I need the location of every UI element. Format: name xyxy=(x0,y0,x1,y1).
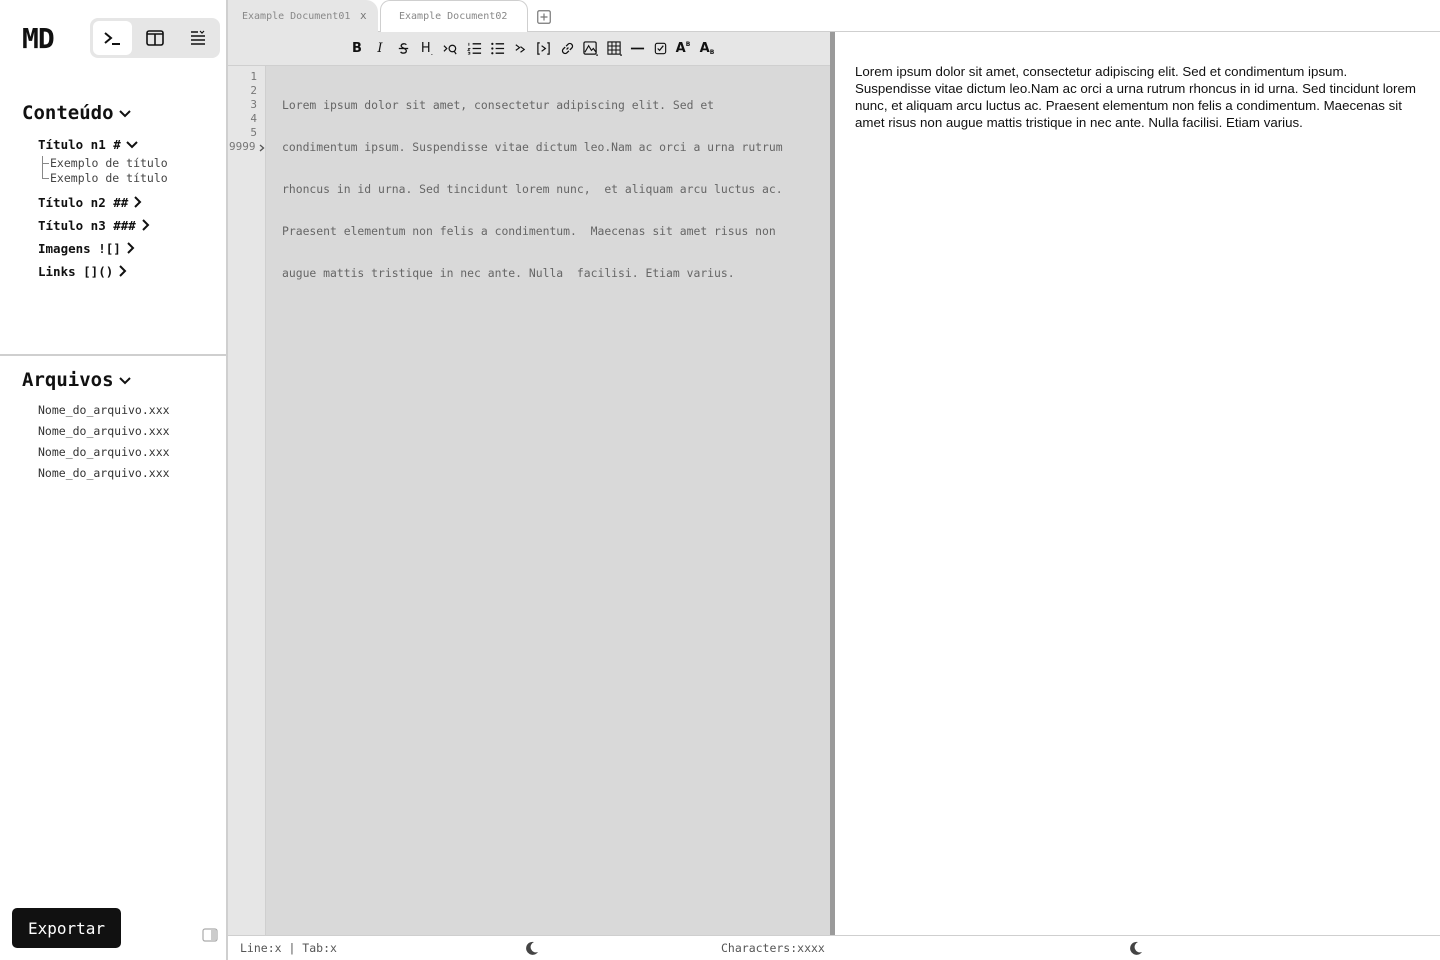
strikethrough-button[interactable] xyxy=(394,39,412,57)
quote-button[interactable] xyxy=(441,39,459,57)
editor-theme-toggle[interactable] xyxy=(524,940,540,956)
editor-view-button[interactable] xyxy=(93,21,132,55)
line-number: 4 xyxy=(250,112,257,125)
files-section-title: Arquivos xyxy=(22,369,114,391)
columns-icon xyxy=(146,30,164,46)
heading-button[interactable]: H. xyxy=(418,39,436,57)
chevron-right-icon xyxy=(130,195,144,209)
code-block-button[interactable] xyxy=(534,39,552,57)
bold-button[interactable]: B xyxy=(348,39,366,57)
content-section-toggle[interactable]: Conteúdo xyxy=(22,102,132,124)
strikethrough-icon xyxy=(398,42,408,54)
table-icon xyxy=(606,40,622,56)
line-tab-status: Line:x | Tab:x xyxy=(240,941,337,955)
characters-status: Characters:xxxx xyxy=(721,941,825,955)
files-section-toggle[interactable]: Arquivos xyxy=(22,369,132,391)
horizontal-rule-icon xyxy=(630,47,644,49)
superscript-mark-icon: B xyxy=(685,40,691,48)
sidebar-divider xyxy=(0,354,226,356)
moon-icon xyxy=(526,941,538,955)
code-line: Lorem ipsum dolor sit amet, consectetur … xyxy=(282,98,715,112)
line-number: 5 xyxy=(250,126,257,139)
moon-icon xyxy=(1130,941,1142,955)
chevron-down-icon xyxy=(125,137,139,151)
preview-view-button[interactable] xyxy=(178,21,217,55)
file-item[interactable]: Nome_do_arquivo.xxx xyxy=(38,424,170,445)
toc-item-titulo-n1[interactable]: Título n1 # xyxy=(38,136,218,152)
file-item[interactable]: Nome_do_arquivo.xxx xyxy=(38,466,170,487)
close-icon[interactable]: x xyxy=(360,9,367,22)
image-icon xyxy=(582,40,598,56)
tab-label: Example Document02 xyxy=(399,11,508,22)
file-item[interactable]: Nome_do_arquivo.xxx xyxy=(38,445,170,466)
content-section-title: Conteúdo xyxy=(22,102,114,124)
subscript-mark-icon: B xyxy=(709,48,715,56)
line-number: 9999 xyxy=(229,140,256,153)
line-number-gutter: 1 2 3 4 5 9999 xyxy=(228,66,266,935)
chevron-right-icon xyxy=(115,264,129,278)
toc-item-links[interactable]: Links []() xyxy=(38,263,218,279)
sidebar: MD Conteúdo Título n1 # Exemplo de títul… xyxy=(0,0,228,960)
link-button[interactable] xyxy=(558,39,576,57)
subscript-button[interactable]: AB xyxy=(698,39,716,57)
nested-quote-icon xyxy=(514,43,525,53)
code-block-icon xyxy=(536,41,550,55)
dropdown-dot-icon: . xyxy=(430,47,434,57)
chevron-right-icon[interactable] xyxy=(259,144,265,152)
nested-quote-button[interactable] xyxy=(511,39,529,57)
preview-theme-toggle[interactable] xyxy=(1128,940,1144,956)
checkbox-icon xyxy=(654,42,666,54)
image-button[interactable] xyxy=(581,39,599,57)
toc-sublist: Exemplo de título Exemplo de título xyxy=(42,156,218,186)
formatting-toolbar: B I H. A B A B xyxy=(228,32,832,66)
chevron-down-icon xyxy=(118,373,132,387)
status-bar: Line:x | Tab:x Characters:xxxx xyxy=(228,935,1440,960)
export-button[interactable]: Exportar xyxy=(12,908,121,948)
split-view-button[interactable] xyxy=(136,21,175,55)
code-line: augue mattis tristique in nec ante. Null… xyxy=(282,266,735,280)
link-icon xyxy=(561,42,573,54)
preview-text: Lorem ipsum dolor sit amet, consectetur … xyxy=(855,64,1416,130)
tab-bar: Example Document01 x Example Document02 xyxy=(228,0,1440,32)
toc-subitem[interactable]: Exemplo de título xyxy=(42,156,218,171)
line-number: 1 xyxy=(250,70,257,83)
code-line: rhoncus in id urna. Sed tincidunt lorem … xyxy=(282,182,783,196)
toc-subitem[interactable]: Exemplo de título xyxy=(42,171,218,186)
chevron-right-icon xyxy=(138,218,152,232)
line-number: 3 xyxy=(250,98,257,111)
table-of-contents: Título n1 # Exemplo de título Exemplo de… xyxy=(38,136,218,279)
quote-icon xyxy=(443,44,457,54)
code-line: Praesent elementum non felis a condiment… xyxy=(282,224,776,238)
unordered-list-icon xyxy=(490,42,504,54)
sidebar-collapse-icon[interactable] xyxy=(202,928,218,942)
tab-example-document02[interactable]: Example Document02 xyxy=(380,0,528,32)
horizontal-rule-button[interactable] xyxy=(628,39,646,57)
toc-item-titulo-n3[interactable]: Título n3 ### xyxy=(38,217,218,233)
chevron-down-icon xyxy=(118,106,132,120)
editor-text[interactable]: Lorem ipsum dolor sit amet, consectetur … xyxy=(282,70,822,308)
superscript-button[interactable]: AB xyxy=(674,39,692,57)
tab-label: Example Document01 xyxy=(242,10,351,22)
preview-pane: Lorem ipsum dolor sit amet, consectetur … xyxy=(835,32,1440,935)
app-logo: MD xyxy=(22,22,55,55)
unordered-list-button[interactable] xyxy=(488,39,506,57)
ordered-list-icon xyxy=(466,42,481,55)
view-switcher xyxy=(90,18,220,58)
ordered-list-button[interactable] xyxy=(465,39,483,57)
add-tab-icon[interactable] xyxy=(537,10,551,24)
checkbox-button[interactable] xyxy=(651,39,669,57)
toc-item-imagens[interactable]: Imagens ![] xyxy=(38,240,218,256)
file-list: Nome_do_arquivo.xxx Nome_do_arquivo.xxx … xyxy=(38,403,170,487)
file-item[interactable]: Nome_do_arquivo.xxx xyxy=(38,403,170,424)
toc-item-titulo-n2[interactable]: Título n2 ## xyxy=(38,194,218,210)
text-align-icon xyxy=(190,30,205,45)
line-number: 2 xyxy=(250,84,257,97)
chevron-right-icon xyxy=(123,241,137,255)
editor-pane: B I H. A B A B 1 2 3 4 5 9999 Lorem ipsu… xyxy=(228,32,832,935)
table-button[interactable] xyxy=(605,39,623,57)
italic-button[interactable]: I xyxy=(371,39,389,57)
tab-example-document01[interactable]: Example Document01 x xyxy=(228,0,378,32)
terminal-icon xyxy=(104,32,121,45)
code-line: condimentum ipsum. Suspendisse vitae dic… xyxy=(282,140,783,154)
